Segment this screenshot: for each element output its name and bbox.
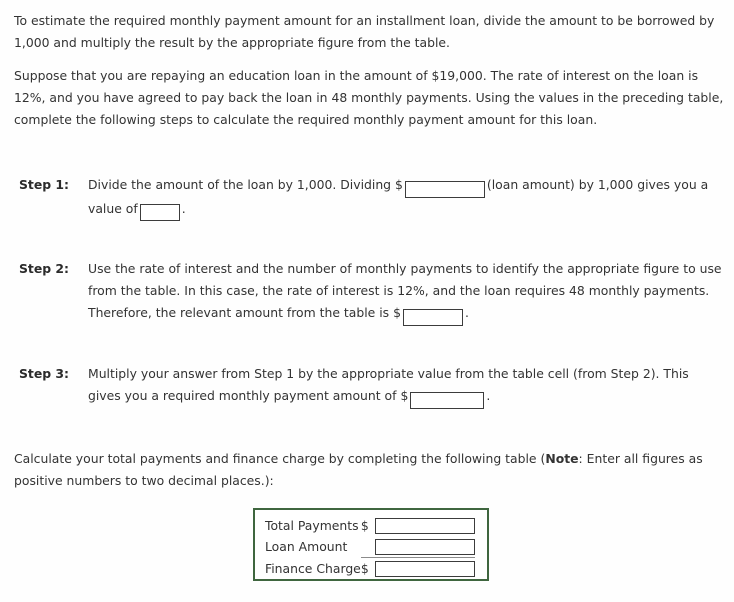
- step-2-table-figure-input[interactable]: [402, 308, 463, 326]
- total-payments-label: Total Payments: [265, 518, 359, 533]
- loan-amount-currency-symbol: [360, 536, 375, 558]
- step-3-text-before: Multiply your answer from Step 1 by the …: [88, 366, 689, 403]
- step-1-text-before: Divide the amount of the loan by 1,000. …: [88, 177, 403, 192]
- table-row: Total Payments $: [265, 515, 475, 536]
- loan-amount-field-cell: [374, 536, 475, 558]
- step-1-label: Step 1:: [19, 177, 70, 192]
- step-3-monthly-payment-input[interactable]: [410, 391, 485, 409]
- step-1-value-input[interactable]: [139, 204, 180, 221]
- step-1-loan-amount-input[interactable]: [404, 180, 485, 198]
- calculate-instruction: Calculate your total payments and financ…: [14, 448, 704, 492]
- scenario-paragraph: Suppose that you are repaying an educati…: [14, 68, 724, 127]
- finance-charge-label: Finance Charge: [265, 560, 361, 576]
- total-payments-field-cell: [374, 515, 475, 536]
- finance-table-grid: Total Payments $ Loan Amount Finance Cha…: [265, 515, 475, 579]
- total-payments-input[interactable]: [374, 517, 475, 534]
- intro-paragraph: To estimate the required monthly payment…: [14, 13, 715, 50]
- step-3-body: Multiply your answer from Step 1 by the …: [88, 363, 724, 409]
- step-1-text-end: .: [181, 200, 186, 216]
- calc-instruction-note-label: Note: [545, 451, 579, 466]
- step-2-text-end: .: [464, 305, 469, 320]
- worksheet-page: To estimate the required monthly payment…: [0, 0, 734, 602]
- step-3-label: Step 3:: [19, 366, 70, 381]
- table-row: Finance Charge $: [265, 558, 475, 580]
- loan-amount-label: Loan Amount: [265, 539, 348, 555]
- calc-instruction-part1: Calculate your total payments and financ…: [14, 451, 546, 466]
- finance-summary-table: Total Payments $ Loan Amount Finance Cha…: [253, 508, 489, 581]
- step-2-body: Use the rate of interest and the number …: [88, 258, 724, 326]
- step-1-body: Divide the amount of the loan by 1,000. …: [88, 174, 724, 221]
- loan-amount-input[interactable]: [374, 538, 475, 555]
- table-row: Loan Amount: [265, 536, 475, 558]
- total-payments-currency-symbol: $: [360, 518, 369, 533]
- step-3-text-end: .: [486, 388, 491, 403]
- step-2-label: Step 2:: [19, 261, 70, 276]
- finance-charge-currency-symbol: $: [360, 561, 369, 576]
- finance-charge-input[interactable]: [374, 560, 475, 577]
- finance-charge-field-cell: [374, 558, 475, 580]
